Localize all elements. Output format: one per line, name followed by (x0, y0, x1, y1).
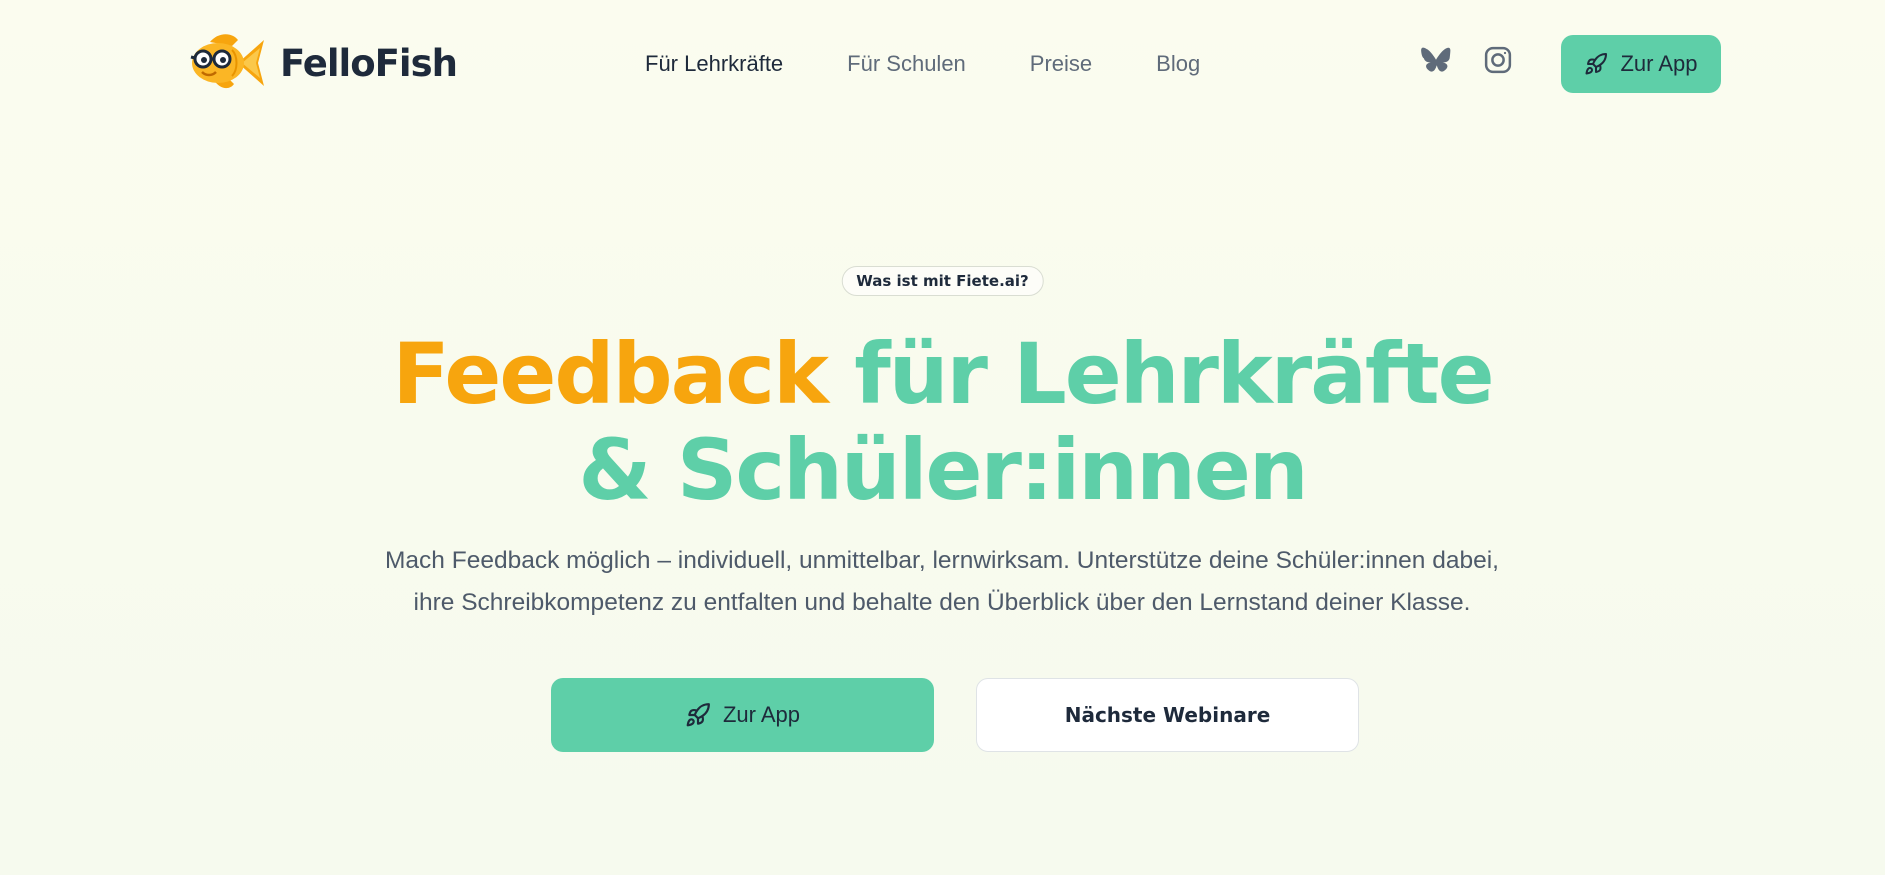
bluesky-link[interactable] (1420, 44, 1452, 76)
site-header: FelloFish Für Lehrkräfte Für Schulen Pre… (0, 0, 1885, 128)
rocket-icon (686, 703, 710, 727)
nav-item-blog[interactable]: Blog (1156, 51, 1200, 77)
fiete-badge[interactable]: Was ist mit Fiete.ai? (841, 266, 1044, 296)
hero-headline: Feedback für Lehrkräfte & Schüler:innen (0, 326, 1885, 518)
rocket-icon (1585, 52, 1608, 75)
page: FelloFish Für Lehrkräfte Für Schulen Pre… (0, 0, 1885, 875)
nav-item-preise[interactable]: Preise (1030, 51, 1092, 77)
bluesky-icon (1421, 47, 1451, 72)
subtitle-line2: ihre Schreibkompetenz zu entfalten und b… (413, 589, 1471, 616)
fish-logo-icon (190, 34, 264, 89)
nav-item-fur-schulen[interactable]: Für Schulen (847, 51, 966, 77)
logo-text: FelloFish (280, 41, 458, 85)
subtitle-line1: Mach Feedback möglich – individuell, unm… (385, 547, 1499, 574)
header-zur-app-button[interactable]: Zur App (1561, 35, 1721, 93)
headline-rest: für Lehrkräfte (854, 325, 1494, 423)
main-nav: Für Lehrkräfte Für Schulen Preise Blog (645, 48, 1200, 80)
logo[interactable]: FelloFish (188, 30, 458, 96)
hero-zur-app-button[interactable]: Zur App (551, 678, 934, 752)
hero-zur-app-label: Zur App (722, 702, 801, 727)
headline-highlight: Feedback (392, 325, 829, 423)
header-zur-app-label: Zur App (1620, 51, 1698, 76)
instagram-link[interactable] (1482, 44, 1514, 76)
webinare-button[interactable]: Nächste Webinare (976, 678, 1359, 752)
nav-item-fur-lehrkrafte[interactable]: Für Lehrkräfte (645, 51, 783, 77)
social-links (1420, 44, 1514, 76)
hero-subtitle: Mach Feedback möglich – individuell, unm… (292, 540, 1592, 624)
instagram-icon (1484, 46, 1512, 74)
headline-line2: & Schüler:innen (578, 421, 1308, 519)
